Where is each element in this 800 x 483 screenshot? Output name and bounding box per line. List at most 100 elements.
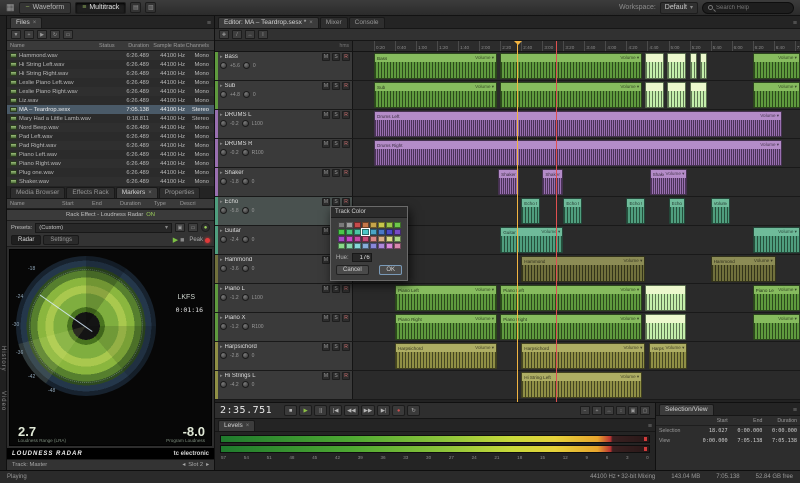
track-collapse-icon[interactable]: ▸ xyxy=(220,373,223,379)
volume-knob[interactable] xyxy=(220,91,227,98)
pan-knob[interactable] xyxy=(242,323,249,330)
color-swatch[interactable] xyxy=(362,236,369,242)
range-duration[interactable]: 0:00.000 xyxy=(762,428,797,434)
record-arm-button[interactable]: R xyxy=(342,169,350,177)
zoom-in-icon[interactable]: + xyxy=(592,406,602,415)
record-arm-button[interactable]: R xyxy=(342,198,350,206)
play-button[interactable]: ▶ xyxy=(299,405,312,416)
audio-clip[interactable] xyxy=(645,53,664,79)
record-arm-button[interactable]: R xyxy=(342,140,350,148)
audio-clip[interactable]: Piano LeVolume ▾ xyxy=(753,285,800,311)
fast-forward-button[interactable]: ▶▶ xyxy=(361,405,375,416)
mute-button[interactable]: M xyxy=(322,169,330,177)
track-collapse-icon[interactable]: ▸ xyxy=(220,344,223,350)
column-status[interactable]: Status xyxy=(99,43,119,49)
solo-button[interactable]: S xyxy=(332,314,340,322)
track-lane[interactable]: Piano RightVolume ▾Piano RightVolume ▾Vo… xyxy=(353,313,800,341)
radar-stop-icon[interactable]: ■ xyxy=(180,237,184,244)
close-icon[interactable]: × xyxy=(246,423,250,429)
volume-knob[interactable] xyxy=(220,236,227,243)
audio-clip[interactable]: GuitarVolume ▾ xyxy=(500,227,563,253)
zoom-height-icon[interactable]: ↕ xyxy=(616,406,626,415)
column-marker-start[interactable]: Start xyxy=(62,201,92,207)
file-row[interactable]: MA – Teardrop.sesx7:05.13844100 HzStereo xyxy=(7,105,214,114)
zoom-width-icon[interactable]: ↔ xyxy=(604,406,614,415)
volume-knob[interactable] xyxy=(220,323,227,330)
color-swatch[interactable] xyxy=(378,243,385,249)
track-header[interactable]: ▸Hi Strings LMSR-4.20 xyxy=(215,371,353,399)
color-swatch[interactable] xyxy=(386,243,393,249)
multitrack-view-button[interactable]: ≡ Multitrack xyxy=(75,2,126,14)
track-lane[interactable]: HammondVolume ▾HammondVolume ▾ xyxy=(353,255,800,283)
pan-knob[interactable] xyxy=(242,236,249,243)
audio-clip[interactable] xyxy=(645,82,664,108)
stop-button[interactable]: ■ xyxy=(284,405,297,416)
color-swatch[interactable] xyxy=(394,236,401,242)
color-swatch[interactable] xyxy=(338,243,345,249)
track-collapse-icon[interactable]: ▸ xyxy=(220,286,223,292)
range-start[interactable]: 0:00.000 xyxy=(693,438,728,444)
range-duration[interactable]: 7:05.138 xyxy=(762,438,797,444)
volume-knob[interactable] xyxy=(220,207,227,214)
range-end[interactable]: 0:00.000 xyxy=(728,428,763,434)
volume-knob[interactable] xyxy=(220,120,227,127)
skip-back-button[interactable]: |◀ xyxy=(329,405,342,416)
track-collapse-icon[interactable]: ▸ xyxy=(220,170,223,176)
color-swatch[interactable] xyxy=(378,229,385,235)
tab-effects-rack[interactable]: Effects Rack xyxy=(66,187,114,198)
pan-knob[interactable] xyxy=(242,149,249,156)
audio-clip[interactable]: HammondVolume ▾ xyxy=(711,256,776,282)
track-header[interactable]: ▸HarpsichordMSR-2.80 xyxy=(215,342,353,370)
zoom-out-icon[interactable]: − xyxy=(580,406,590,415)
move-tool-icon[interactable]: ✚ xyxy=(219,30,229,39)
radar-play-icon[interactable]: ▶ xyxy=(173,236,178,244)
tab-properties[interactable]: Properties xyxy=(159,187,201,198)
track-header[interactable]: ▸BassMSR+5.60 xyxy=(215,52,353,80)
delete-preset-icon[interactable]: ▭ xyxy=(188,223,198,232)
volume-knob[interactable] xyxy=(220,178,227,185)
mute-button[interactable]: M xyxy=(322,140,330,148)
tab-markers[interactable]: Markers × xyxy=(116,187,158,198)
pan-knob[interactable] xyxy=(242,178,249,185)
color-swatch[interactable] xyxy=(386,236,393,242)
panel-menu-icon[interactable]: ≡ xyxy=(793,20,797,28)
record-arm-button[interactable]: R xyxy=(342,314,350,322)
video-panel-tab[interactable]: Video xyxy=(0,391,6,411)
panel-menu-icon[interactable]: ≡ xyxy=(793,407,797,415)
audio-clip[interactable] xyxy=(645,285,686,311)
loop-playback-icon[interactable]: ↻ xyxy=(50,30,60,39)
file-row[interactable]: Hammond.wav6:26.48944100 HzMono xyxy=(7,51,214,60)
pan-knob[interactable] xyxy=(242,381,249,388)
timeline-ruler[interactable]: 0:200:401:001:201:402:002:202:403:003:20… xyxy=(353,41,800,51)
audio-clip[interactable]: Shaker xyxy=(542,169,563,195)
audio-clip[interactable]: Volume xyxy=(711,198,730,224)
record-arm-button[interactable]: R xyxy=(342,53,350,61)
solo-button[interactable]: S xyxy=(332,111,340,119)
pan-knob[interactable] xyxy=(242,207,249,214)
color-swatch[interactable] xyxy=(362,243,369,249)
track-lane[interactable]: Drums LeftVolume ▾ xyxy=(353,110,800,138)
file-row[interactable]: Nord Beep.wav6:26.48944100 HzMono xyxy=(7,123,214,132)
file-row[interactable]: Shaker.wav6:26.48944100 HzMono xyxy=(7,177,214,186)
volume-knob[interactable] xyxy=(220,352,227,359)
color-swatch[interactable] xyxy=(362,229,369,235)
volume-knob[interactable] xyxy=(220,381,227,388)
pan-knob[interactable] xyxy=(243,91,250,98)
track-lane[interactable]: BassVolume ▾Volume ▾Volume ▾ xyxy=(353,52,800,80)
record-arm-button[interactable]: R xyxy=(342,82,350,90)
track-collapse-icon[interactable]: ▸ xyxy=(220,199,223,205)
color-swatch[interactable] xyxy=(338,236,345,242)
color-swatch[interactable] xyxy=(346,229,353,235)
tab-console[interactable]: Console xyxy=(349,17,385,28)
pan-knob[interactable] xyxy=(242,294,249,301)
hue-input[interactable] xyxy=(352,253,372,262)
color-swatch[interactable] xyxy=(386,229,393,235)
color-swatch[interactable] xyxy=(346,243,353,249)
mute-button[interactable]: M xyxy=(322,343,330,351)
dialog-title[interactable]: Track Color xyxy=(331,207,407,218)
solo-button[interactable]: S xyxy=(332,140,340,148)
audio-clip[interactable]: Hi String LeftVolume ▾ xyxy=(521,372,642,398)
mute-button[interactable]: M xyxy=(322,111,330,119)
audio-clip[interactable]: Volume ▾ xyxy=(500,53,642,79)
audio-clip[interactable]: Volume ▾ xyxy=(753,227,800,253)
